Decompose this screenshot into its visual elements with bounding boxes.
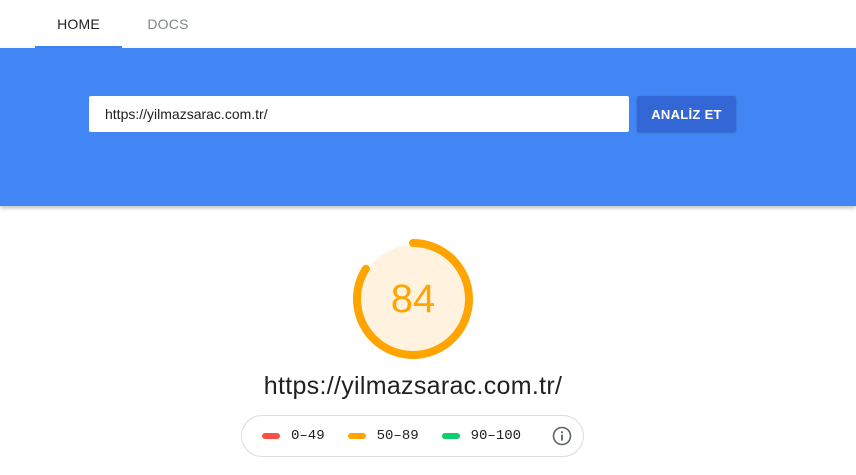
tab-docs[interactable]: DOCS (128, 0, 208, 48)
legend-label-average: 50–89 (376, 428, 419, 444)
legend-item-average: 50–89 (347, 428, 419, 444)
legend-swatch-pass (441, 433, 460, 439)
info-icon[interactable] (552, 426, 572, 446)
tab-home[interactable]: HOME (35, 0, 122, 48)
url-input[interactable] (89, 96, 629, 132)
top-navigation: HOME DOCS (0, 0, 856, 48)
analyzed-url: https://yilmazsarac.com.tr/ (263, 372, 563, 400)
legend-label-fail: 0–49 (291, 428, 325, 444)
legend-swatch-fail (262, 433, 280, 439)
tab-home-label: HOME (57, 16, 100, 32)
analyze-button[interactable]: ANALİZ ET (637, 96, 736, 132)
url-entry-banner: ANALİZ ET (0, 48, 856, 206)
tab-docs-label: DOCS (147, 16, 189, 32)
performance-score-gauge: 84 (351, 237, 475, 361)
legend-swatch-average (347, 433, 366, 439)
score-legend: 0–49 50–89 90–100 (241, 415, 584, 457)
legend-label-pass: 90–100 (470, 428, 522, 444)
score-value: 84 (390, 276, 436, 321)
legend-item-fail: 0–49 (262, 428, 325, 444)
legend-item-pass: 90–100 (441, 428, 522, 444)
